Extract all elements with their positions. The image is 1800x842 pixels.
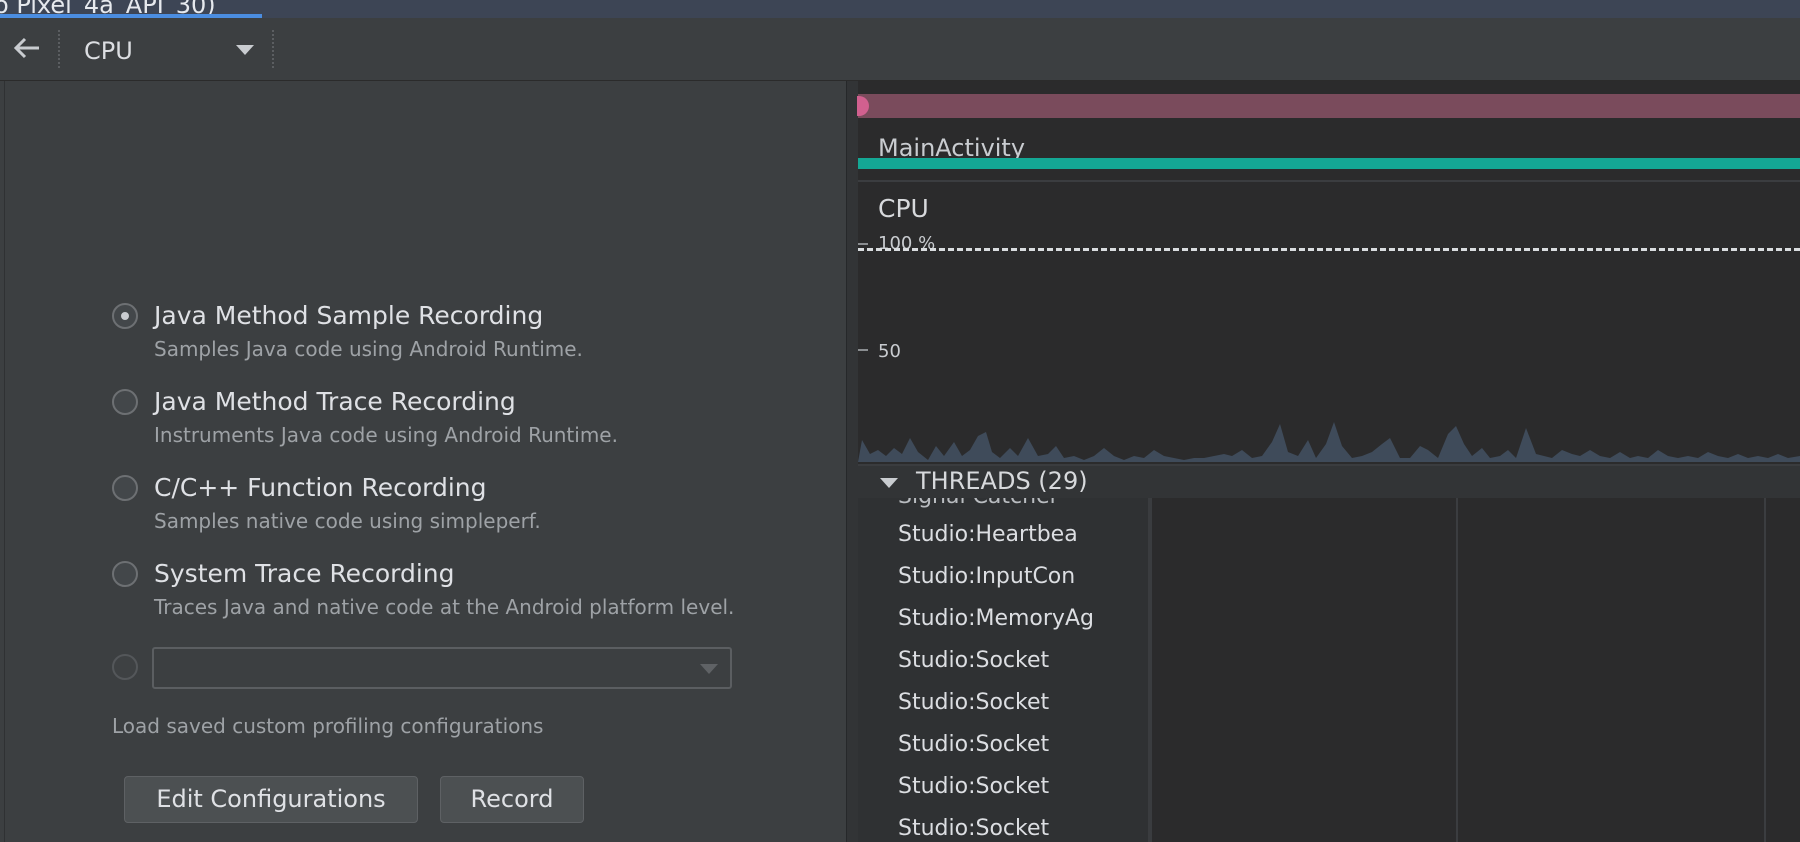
option-description: Samples Java code using Android Runtime.	[154, 337, 583, 361]
radio-java-trace[interactable]	[112, 389, 138, 415]
radio-custom-config[interactable]	[112, 654, 138, 680]
custom-config-select[interactable]	[152, 647, 732, 689]
panel-edge	[4, 81, 5, 842]
thread-row[interactable]: Studio:Heartbea	[898, 522, 1078, 547]
option-description: Samples native code using simpleperf.	[154, 509, 541, 533]
thread-row[interactable]: Studio:Socket	[898, 648, 1049, 673]
option-label: Java Method Trace Recording	[154, 387, 516, 416]
option-label: Java Method Sample Recording	[154, 301, 544, 330]
track-separator	[858, 180, 1800, 182]
thread-row[interactable]: Studio:InputCon	[898, 564, 1075, 589]
toolbar-separator	[58, 30, 60, 68]
thread-row[interactable]: Signal Catcher	[898, 498, 1059, 509]
record-button[interactable]: Record	[440, 776, 584, 823]
threads-list: Signal Catcher Studio:Heartbea Studio:In…	[858, 498, 1152, 842]
thread-row[interactable]: Studio:Socket	[898, 690, 1049, 715]
chevron-down-icon	[700, 664, 718, 674]
thread-activity-grid	[1152, 498, 1800, 842]
time-grid-line	[1456, 498, 1458, 842]
y-axis-tick	[858, 243, 868, 245]
option-label: C/C++ Function Recording	[154, 473, 487, 502]
edit-configurations-button[interactable]: Edit Configurations	[124, 776, 418, 823]
y-axis-label-mid: 50	[878, 341, 901, 362]
cpu-max-line	[858, 248, 1800, 251]
option-description: Traces Java and native code at the Andro…	[154, 595, 735, 619]
cpu-chart-title: CPU	[878, 194, 929, 223]
thread-row[interactable]: Studio:Socket	[898, 816, 1049, 841]
chevron-down-icon	[236, 45, 254, 55]
time-grid-line	[1764, 498, 1766, 842]
radio-system-trace[interactable]	[112, 561, 138, 587]
thread-row[interactable]: Studio:MemoryAg	[898, 606, 1094, 631]
profiler-selector-label: CPU	[84, 37, 133, 65]
arrow-left-icon	[13, 37, 39, 59]
window-title-bar: o Pixel_4a_API_30)	[0, 0, 1800, 18]
lifecycle-track	[858, 94, 1800, 118]
expand-collapse-icon[interactable]	[880, 478, 898, 488]
profiler-selector-dropdown[interactable]: CPU	[66, 28, 266, 70]
threads-header-label: THREADS (29)	[916, 467, 1088, 495]
radio-cpp-function[interactable]	[112, 475, 138, 501]
option-label: System Trace Recording	[154, 559, 455, 588]
load-configs-text: Load saved custom profiling configuratio…	[112, 714, 544, 738]
radio-java-sample[interactable]	[112, 303, 138, 329]
option-description: Instruments Java code using Android Runt…	[154, 423, 618, 447]
cpu-usage-area	[858, 422, 1800, 462]
thread-row[interactable]: Studio:Socket	[898, 732, 1049, 757]
profiler-toolbar: CPU	[0, 18, 1800, 81]
toolbar-separator	[272, 30, 274, 68]
activity-bar[interactable]	[858, 158, 1800, 169]
back-button[interactable]	[12, 33, 42, 63]
y-axis-tick	[858, 349, 868, 351]
thread-row[interactable]: Studio:Socket	[898, 774, 1049, 799]
